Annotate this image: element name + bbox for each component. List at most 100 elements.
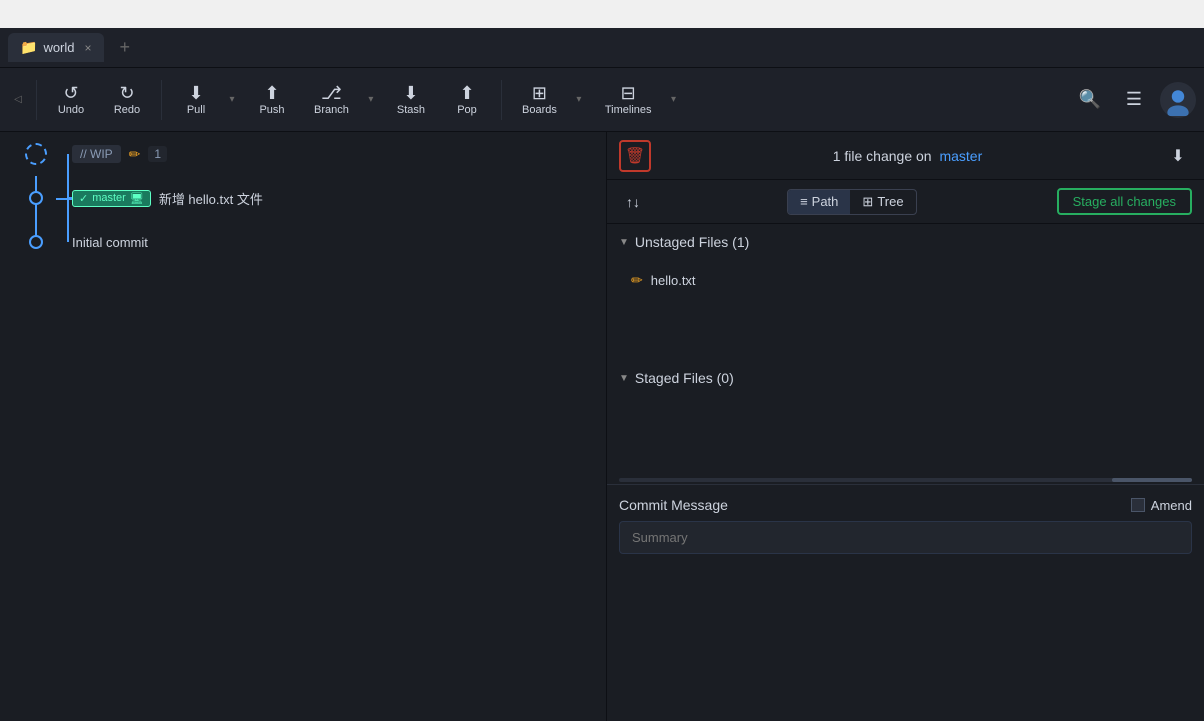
monitor-icon: 🖥 [130,192,144,205]
stash-button[interactable]: ⬇ Stash [385,74,437,126]
commit-message-area: Commit Message Amend [607,484,1204,566]
unstaged-arrow-icon: ▼ [619,237,629,248]
staged-empty-area [607,396,1204,476]
sort-button[interactable]: ↑↓ [619,188,647,216]
commit-message-2: Initial commit [72,235,598,250]
scrollbar-thumb[interactable] [1112,478,1192,482]
commit-row-1[interactable]: ✓ master 🖥 新增 hello.txt 文件 [0,176,606,220]
branch-label: Branch [314,104,349,116]
commit-msg-header: Commit Message Amend [619,497,1192,513]
edit-icon: ✏ [129,146,141,163]
timelines-icon: ⊟ [621,84,636,102]
amend-text: Amend [1151,498,1192,513]
checkmark-icon: ✓ [79,192,88,205]
push-button[interactable]: ⬆ Push [246,74,298,126]
toolbar-separator-3 [501,80,502,120]
amend-label[interactable]: Amend [1131,498,1192,513]
unstaged-section-header[interactable]: ▼ Unstaged Files (1) [607,224,1204,260]
unstaged-spacer [607,300,1204,360]
commit-msg-label: Commit Message [619,497,728,513]
unstaged-label: Unstaged Files (1) [635,234,749,250]
commit-graph-panel: // WIP ✏ 1 ✓ master 🖥 新增 hello.txt 文件 [0,132,607,721]
pop-button[interactable]: ⬆ Pop [441,74,493,126]
timelines-group: ⊟ Timelines ▾ [593,74,684,126]
pull-label: Pull [187,104,205,116]
change-info: 1 file change on master [659,148,1156,164]
boards-dropdown[interactable]: ▾ [569,80,589,120]
tab-label: world [43,40,74,55]
file-edit-icon: ✏ [631,272,643,289]
view-controls: ↑↓ ≡ Path ⊞ Tree Stage all changes [607,180,1204,224]
toolbar-separator-1 [36,80,37,120]
file-item-hello-txt[interactable]: ✏ hello.txt [607,260,1204,300]
pull-group: ⬇ Pull ▾ [170,74,242,126]
boards-icon: ⊞ [532,84,547,102]
push-group: ⬆ Push [246,74,298,126]
search-button[interactable]: 🔍 [1072,82,1108,118]
staged-label: Staged Files (0) [635,370,734,386]
toolbar: ◁ ↺ Undo ↻ Redo ⬇ Pull ▾ ⬆ Push ⎇ Branch… [0,68,1204,132]
wip-row[interactable]: // WIP ✏ 1 [0,132,606,176]
undo-button[interactable]: ↺ Undo [45,74,97,126]
pull-button[interactable]: ⬇ Pull [170,74,222,126]
tab-close-button[interactable]: × [85,41,92,55]
push-icon: ⬆ [264,84,279,102]
amend-checkbox[interactable] [1131,498,1145,512]
branch-name-display: master [939,148,982,164]
timelines-label: Timelines [605,104,652,116]
world-tab[interactable]: 📁 world × [8,33,104,62]
search-icon: 🔍 [1079,89,1101,110]
boards-button[interactable]: ⊞ Boards [510,74,569,126]
titlebar [0,0,1204,28]
wip-tag: // WIP [72,145,121,163]
summary-input[interactable] [619,521,1192,554]
new-tab-button[interactable]: + [112,33,139,62]
pull-icon: ⬇ [188,84,203,102]
branch-button[interactable]: ⎇ Branch [302,74,361,126]
tree-view-button[interactable]: ⊞ Tree [850,190,915,214]
tab-folder-icon: 📁 [20,39,37,56]
menu-icon: ☰ [1126,89,1142,110]
sidebar-toggle[interactable]: ◁ [8,80,28,120]
main-content: // WIP ✏ 1 ✓ master 🖥 新增 hello.txt 文件 [0,132,1204,721]
stage-all-button[interactable]: Stage all changes [1057,188,1192,215]
redo-button[interactable]: ↻ Redo [101,74,153,126]
commit-row-2[interactable]: Initial commit [0,220,606,264]
branch-group: ⎇ Branch ▾ [302,74,381,126]
path-view-button[interactable]: ≡ Path [788,190,850,214]
tree-icon: ⊞ [862,194,873,210]
download-button[interactable]: ⬇ [1164,142,1192,170]
right-panel: 🗑 1 file change on master ⬇ ↑↓ ≡ Path [607,132,1204,721]
tree-label: Tree [877,194,903,209]
avatar-icon [1162,84,1194,116]
path-icon: ≡ [800,194,808,209]
pop-label: Pop [457,104,477,116]
redo-label: Redo [114,104,140,116]
staged-section-header[interactable]: ▼ Staged Files (0) [607,360,1204,396]
commit-message-1: 新增 hello.txt 文件 [159,189,598,208]
timelines-dropdown[interactable]: ▾ [664,80,684,120]
discard-button[interactable]: 🗑 [619,140,651,172]
pop-icon: ⬆ [459,84,474,102]
view-toggle: ≡ Path ⊞ Tree [787,189,917,215]
avatar-button[interactable] [1160,82,1196,118]
trash-icon: 🗑 [625,146,645,166]
tabbar: 📁 world × + [0,28,1204,68]
menu-button[interactable]: ☰ [1116,82,1152,118]
download-icon: ⬇ [1171,146,1184,166]
wip-count: 1 [148,146,167,162]
pull-dropdown[interactable]: ▾ [222,80,242,120]
change-count: 1 file change on [833,148,932,164]
scrollbar-area [607,476,1204,484]
push-label: Push [259,104,284,116]
scrollbar-track [619,478,1192,482]
staged-arrow-icon: ▼ [619,373,629,384]
sort-icon: ↑↓ [626,194,640,210]
boards-label: Boards [522,104,557,116]
master-badge[interactable]: ✓ master 🖥 [72,190,151,207]
timelines-button[interactable]: ⊟ Timelines [593,74,664,126]
file-name-hello-txt: hello.txt [651,273,1180,288]
branch-dropdown[interactable]: ▾ [361,80,381,120]
branch-icon: ⎇ [321,84,342,102]
master-label: master [92,192,126,204]
